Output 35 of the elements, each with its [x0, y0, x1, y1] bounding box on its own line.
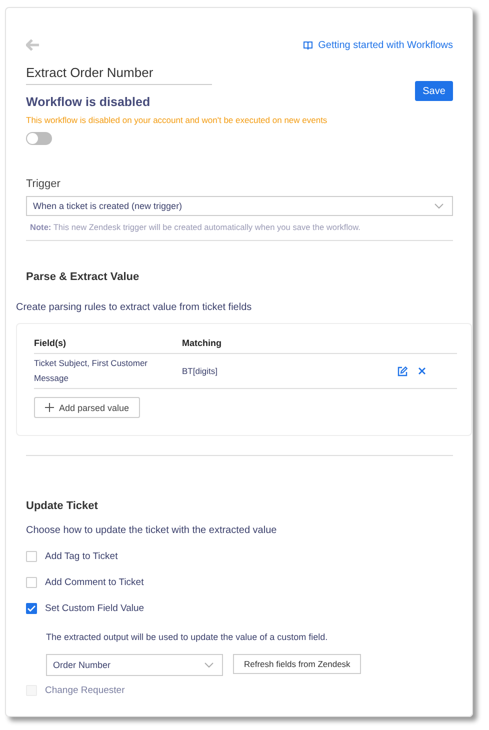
enable-toggle[interactable] [26, 132, 52, 145]
details-text: The extracted output will be used to update the value of a custom field. [46, 632, 329, 642]
checkbox[interactable] [26, 603, 37, 614]
help-link[interactable]: Getting started with Workflows [303, 40, 453, 50]
delete-icon[interactable] [418, 367, 426, 375]
status-message: This workflow is disabled on your account and won't be executed on new events [26, 115, 328, 125]
column-header: Matching [182, 337, 222, 350]
option-label: Add Comment to Ticket [45, 577, 144, 588]
custom-field-select[interactable]: Order Number [46, 654, 223, 676]
table-cell-text: Ticket Subject, First Customer Message [34, 357, 149, 385]
status-title: Workflow is disabled [26, 95, 152, 109]
save-button[interactable]: Save [415, 81, 453, 101]
back-arrow-icon[interactable] [26, 39, 40, 51]
book-icon [303, 40, 314, 50]
section-description: Create parsing rules to extract value from ticket fields [16, 302, 253, 313]
trigger-select[interactable]: When a ticket is created (new trigger) [26, 196, 453, 216]
table-cell-text: BT[digits] [182, 364, 218, 378]
section-description: Choose how to update the ticket with the extracted value [26, 525, 278, 536]
option-label: Set Custom Field Value [45, 603, 144, 614]
chevron-down-icon [204, 662, 214, 668]
checkbox[interactable] [26, 577, 37, 588]
trigger-label: Trigger [26, 178, 62, 190]
column-header: Field(s) [34, 337, 68, 350]
section-title: Update Ticket [26, 500, 99, 512]
plus-icon [45, 403, 54, 412]
chevron-down-icon [434, 203, 444, 209]
option-label: Change Requester [45, 685, 125, 696]
section-title: Parse & Extract Value [26, 271, 140, 283]
edit-icon[interactable] [397, 366, 408, 376]
workflow-name-field[interactable]: Extract Order Number [26, 65, 212, 85]
refresh-button[interactable]: Refresh fields from Zendesk [233, 654, 362, 674]
add-parsed-value-button[interactable]: Add parsed value [34, 397, 140, 418]
checkbox[interactable] [26, 551, 37, 562]
option-label: Add Tag to Ticket [45, 551, 118, 562]
trigger-note: Note: This new Zendesk trigger will be created automatically when you save the workflow. [29, 222, 362, 232]
